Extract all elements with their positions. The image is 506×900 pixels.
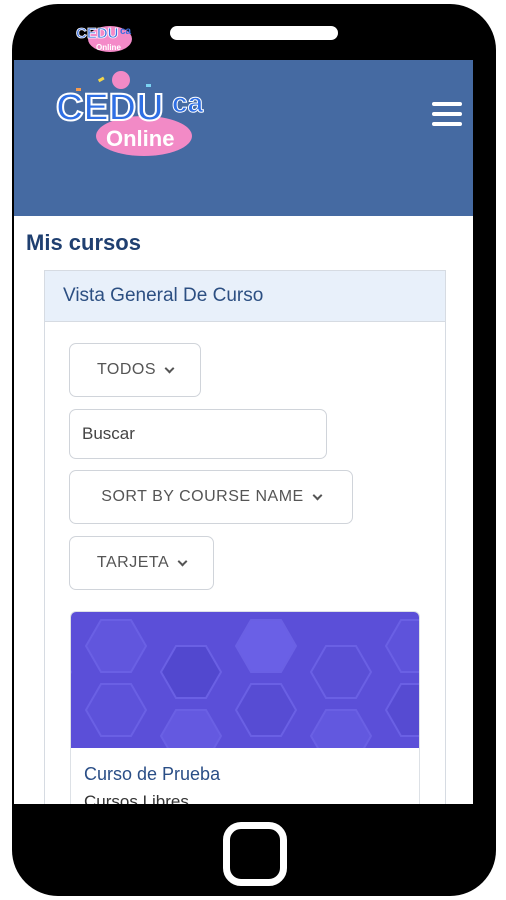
course-overview-header: Vista General De Curso	[45, 271, 445, 322]
svg-text:Online: Online	[106, 126, 174, 151]
ceduca-online-logo[interactable]: CEDU ca Online	[46, 66, 216, 158]
search-input[interactable]	[69, 409, 327, 459]
sort-dropdown-label: SORT BY COURSE NAME	[101, 488, 304, 505]
view-dropdown[interactable]: TARJETA	[69, 536, 214, 590]
course-category: Cursos Libres	[84, 792, 189, 804]
page-title: Mis cursos	[26, 230, 141, 255]
svg-text:Online: Online	[96, 43, 121, 52]
svg-text:CEDU: CEDU	[76, 25, 119, 42]
filter-dropdown[interactable]: TODOS	[69, 343, 201, 397]
course-card[interactable]: Curso de Prueba Cursos Libres	[70, 611, 420, 804]
chevron-down-icon	[164, 363, 175, 373]
svg-text:ca: ca	[172, 87, 204, 118]
ceduca-logo-small: CEDU ca Online	[76, 25, 132, 52]
view-dropdown-label: TARJETA	[96, 554, 170, 571]
speaker-grille	[170, 26, 338, 40]
chevron-down-icon	[312, 490, 323, 500]
filter-dropdown-label: TODOS	[96, 361, 157, 378]
sort-dropdown[interactable]: SORT BY COURSE NAME	[69, 470, 353, 524]
svg-text:ca: ca	[120, 26, 132, 37]
phone-screen: CEDU ca Online Mis cursos Vista General …	[14, 60, 473, 804]
course-name-link[interactable]: Curso de Prueba	[84, 764, 220, 785]
app-header: CEDU ca Online	[14, 60, 473, 216]
svg-text:CEDU: CEDU	[56, 87, 164, 129]
course-overview-block: Vista General De Curso TODOS SORT BY COU…	[44, 270, 446, 804]
hamburger-menu-icon[interactable]	[432, 102, 462, 126]
home-button[interactable]	[223, 822, 287, 886]
chevron-down-icon	[177, 556, 188, 566]
course-image[interactable]	[71, 612, 419, 748]
